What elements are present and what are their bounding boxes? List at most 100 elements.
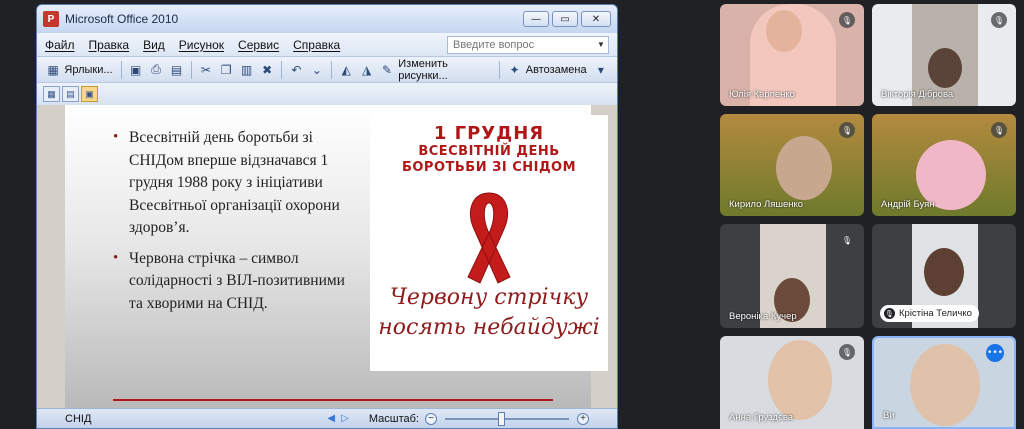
participant-tile[interactable]: 🎙 Кирило Ляшенко — [720, 114, 864, 216]
toolbar-overflow-icon[interactable]: ▾ — [593, 61, 609, 79]
cut-icon[interactable]: ✂ — [198, 61, 214, 79]
participant-name-pill: 🎙 Крістіна Теличко — [880, 305, 979, 322]
print-icon[interactable]: ⎙ — [148, 61, 164, 79]
slide-image: • Всесвітній день боротьби зі СНІДом впе… — [65, 105, 608, 409]
participant-face — [910, 344, 980, 426]
menu-picture[interactable]: Рисунок — [179, 38, 224, 52]
autoreplace-button[interactable]: Автозамена — [526, 64, 587, 76]
single-view-icon[interactable]: ▣ — [81, 86, 98, 102]
muted-mic-icon: 🎙 — [839, 122, 855, 138]
album-name: СНІД — [65, 412, 92, 425]
toolbar-chevron-icon[interactable]: ⌄ — [309, 61, 325, 79]
next-icon[interactable]: ▷ — [341, 413, 349, 424]
app-icon: P — [43, 11, 59, 27]
participant-face — [776, 136, 832, 200]
muted-mic-icon: 🎙 — [991, 122, 1007, 138]
participant-tile[interactable]: 🎙 Крістіна Теличко — [872, 224, 1016, 328]
undo-icon[interactable]: ↶ — [288, 61, 304, 79]
bullet-icon: • — [113, 129, 119, 145]
preview-icon[interactable]: ▤ — [168, 61, 184, 79]
slide-bullet: • Всесвітній день боротьби зі СНІДом впе… — [109, 127, 349, 240]
participant-face — [928, 48, 962, 88]
participant-name: Андрій Буян — [881, 199, 935, 210]
thumbnail-view-icon[interactable]: ▦ — [43, 86, 60, 102]
menu-bar: Файл Правка Вид Рисунок Сервис Справка В… — [37, 33, 617, 57]
slide-divider — [113, 399, 553, 401]
participant-face — [768, 340, 832, 420]
participant-tile[interactable]: 🎙 Вікторія Діброва — [872, 4, 1016, 106]
window-title: Microsoft Office 2010 — [65, 12, 179, 26]
previous-icon[interactable]: ◀ — [327, 413, 335, 424]
participant-face — [924, 248, 964, 296]
participant-name: Вікторія Діброва — [881, 89, 954, 100]
participant-name: Ви — [883, 410, 895, 421]
poster-date: 1 ГРУДНЯ — [433, 123, 545, 144]
muted-mic-icon: 🎙 — [839, 344, 855, 360]
toolbar-separator — [281, 60, 283, 79]
zoom-in-icon[interactable]: + — [577, 412, 589, 425]
participant-name: Кирило Ляшенко — [729, 199, 804, 210]
edit-picture-icon[interactable]: ✎ — [379, 61, 395, 79]
toolbar-separator — [120, 60, 122, 79]
zoom-out-icon[interactable]: − — [425, 412, 437, 425]
maximize-button[interactable]: ▭ — [552, 11, 578, 27]
slide-bullet: • Червона стрічка – символ солідарності … — [109, 248, 349, 316]
participant-name: Юлія Карпенко — [729, 89, 795, 100]
participant-face — [766, 10, 802, 52]
menu-view[interactable]: Вид — [143, 38, 165, 52]
bullet-icon: • — [113, 249, 119, 266]
muted-mic-icon: 🎙 — [839, 12, 855, 28]
participant-tile[interactable]: 🎙 Анна Груздєва — [720, 336, 864, 429]
menu-edit[interactable]: Правка — [89, 38, 130, 52]
shortcuts-button[interactable]: Ярлыки... — [64, 64, 112, 76]
shortcuts-icon[interactable]: ▦ — [45, 61, 61, 79]
zoom-label: Масштаб: — [368, 412, 419, 425]
office-window: P Microsoft Office 2010 — ▭ ✕ Файл Правк… — [36, 4, 618, 429]
copy-icon[interactable]: ❐ — [218, 61, 234, 79]
picture-workspace: • Всесвітній день боротьби зі СНІДом впе… — [37, 105, 617, 413]
zoom-slider[interactable] — [445, 411, 569, 426]
paste-icon[interactable]: ▥ — [238, 61, 254, 79]
autoreplace-icon[interactable]: ✦ — [506, 61, 522, 79]
help-search-placeholder: Введите вопрос — [453, 38, 535, 51]
bullet-text-1: Всесвітній день боротьби зі СНІДом вперш… — [129, 129, 340, 236]
close-button[interactable]: ✕ — [581, 11, 611, 27]
status-bar: СНІД ◀ ▷ Масштаб: − + — [37, 408, 617, 428]
participant-tile[interactable]: 🎙 Андрій Буян — [872, 114, 1016, 216]
title-bar: P Microsoft Office 2010 — ▭ ✕ — [37, 5, 617, 33]
poster-title-line3: БОРОТЬБИ ЗІ СНІДОМ — [401, 160, 577, 175]
menu-help[interactable]: Справка — [293, 38, 340, 52]
self-tile[interactable]: ••• Ви — [872, 336, 1016, 429]
poster-script: Червону стрічку носять небайдужі — [370, 283, 608, 343]
chevron-down-icon[interactable]: ▼ — [595, 38, 607, 52]
bullet-text-2: Червона стрічка – символ солідарності з … — [129, 249, 345, 312]
menu-file[interactable]: Файл — [45, 38, 75, 52]
muted-mic-icon: 🎙 — [839, 232, 855, 248]
participant-tile[interactable]: 🎙 Юлія Карпенко — [720, 4, 864, 106]
change-picture-button[interactable]: Изменить рисунки... — [398, 58, 491, 82]
view-toolbar: ▦ ▤ ▣ — [37, 83, 617, 105]
help-search-input[interactable]: Введите вопрос ▼ — [447, 35, 609, 54]
rotate-left-icon[interactable]: ◭ — [338, 61, 354, 79]
participant-name: Вероніка Кучер — [729, 311, 797, 322]
toolbar-separator — [190, 60, 192, 79]
poster-script-line2: носять небайдужі — [378, 315, 600, 340]
red-ribbon-icon — [467, 192, 511, 284]
muted-mic-icon: 🎙 — [991, 12, 1007, 28]
menu-tools[interactable]: Сервис — [238, 38, 279, 52]
filmstrip-view-icon[interactable]: ▤ — [62, 86, 79, 102]
toolbar-separator — [331, 60, 332, 79]
speaking-indicator-icon: ••• — [986, 344, 1004, 362]
slide-text: • Всесвітній день боротьби зі СНІДом впе… — [109, 127, 349, 323]
participant-name: Крістіна Теличко — [899, 308, 972, 319]
aids-day-poster: 1 ГРУДНЯ ВСЕСВІТНІЙ ДЕНЬ БОРОТЬБИ ЗІ СНІ… — [370, 115, 608, 371]
participant-name: Анна Груздєва — [729, 412, 794, 423]
poster-script-line1: Червону стрічку — [389, 285, 589, 310]
rotate-right-icon[interactable]: ◮ — [358, 61, 374, 79]
zoom-slider-thumb[interactable] — [497, 411, 505, 426]
poster-title-line2: ВСЕСВІТНІЙ ДЕНЬ — [418, 144, 560, 159]
save-icon[interactable]: ▣ — [127, 61, 143, 79]
participant-tile[interactable]: 🎙 Вероніка Кучер — [720, 224, 864, 328]
delete-icon[interactable]: ✖ — [259, 61, 275, 79]
minimize-button[interactable]: — — [523, 11, 549, 27]
